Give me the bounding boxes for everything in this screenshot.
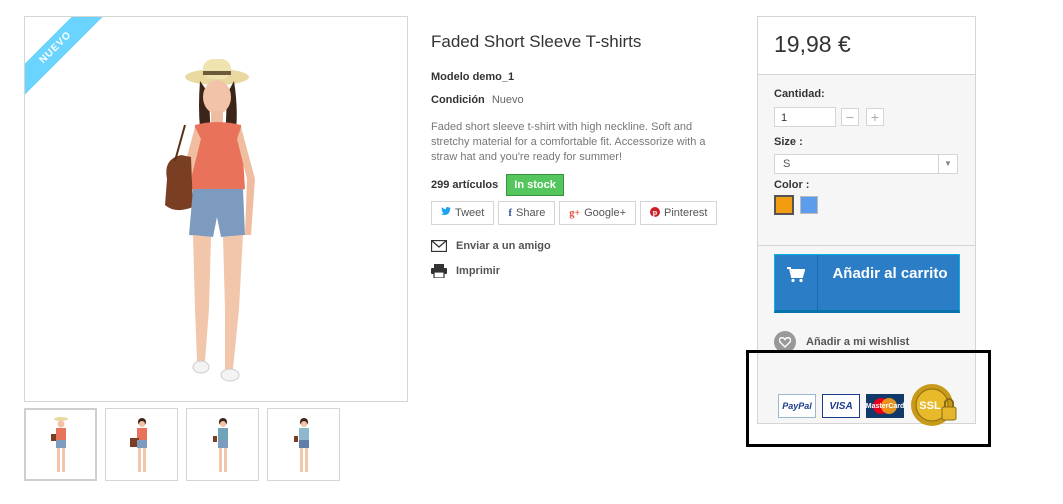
stock-line: 299 artículos In stock: [431, 174, 564, 196]
print-link[interactable]: Imprimir: [431, 264, 500, 278]
thumbnail-photo-icon: [293, 417, 309, 472]
social-share-bar: Tweet f Share g+ Google+ p Pinterest: [431, 201, 718, 225]
thumbnail-2[interactable]: [105, 408, 178, 481]
pinterest-label: Pinterest: [664, 207, 708, 219]
model-line: Modelo demo_1: [431, 71, 514, 83]
share-button[interactable]: f Share: [498, 201, 556, 225]
quantity-label: Cantidad:: [774, 88, 825, 100]
payment-highlight-box: [746, 350, 991, 447]
quantity-plus-button[interactable]: +: [866, 108, 884, 126]
send-to-friend-label: Enviar a un amigo: [456, 240, 551, 252]
googleplus-label: Google+: [584, 207, 626, 219]
add-to-cart-button[interactable]: Añadir al carrito: [774, 254, 960, 313]
thumbnail-strip: [24, 408, 340, 481]
print-label: Imprimir: [456, 265, 501, 277]
new-ribbon: NUEVO: [25, 17, 105, 97]
thumbnail-1[interactable]: [24, 408, 97, 481]
googleplus-icon: g+: [569, 207, 581, 219]
condition-line: Condición Nuevo: [431, 94, 524, 106]
model-label: Modelo: [431, 71, 470, 83]
product-description: Faded short sleeve t-shirt with high nec…: [431, 121, 706, 163]
add-to-cart-label: Añadir al carrito: [832, 265, 948, 282]
new-badge: NUEVO: [25, 17, 105, 97]
thumbnail-photo-icon: [50, 416, 68, 472]
pinterest-button[interactable]: p Pinterest: [640, 201, 718, 225]
quantity-minus-button[interactable]: −: [841, 108, 859, 126]
thumbnail-photo-icon: [212, 417, 228, 472]
color-label: Color :: [774, 179, 810, 191]
color-swatch-orange[interactable]: [774, 195, 794, 215]
model-value: demo_1: [472, 71, 515, 83]
cart-icon-area: [775, 255, 818, 310]
condition-value: Nuevo: [491, 94, 524, 106]
send-to-friend-link[interactable]: Enviar a un amigo: [431, 240, 551, 252]
thumbnail-photo-icon: [129, 417, 147, 472]
thumbnail-4[interactable]: [267, 408, 340, 481]
envelope-icon: [431, 240, 447, 252]
twitter-icon: [441, 207, 451, 219]
product-title: Faded Short Sleeve T-shirts: [431, 32, 642, 51]
size-select[interactable]: S ▼: [774, 154, 958, 174]
product-price: 19,98 €: [774, 31, 851, 57]
product-model-photo: [165, 59, 255, 382]
quantity-input[interactable]: 1: [774, 107, 836, 127]
product-main-image[interactable]: NUEVO: [24, 16, 408, 402]
pinterest-icon: p: [650, 206, 660, 220]
tweet-label: Tweet: [455, 207, 485, 219]
thumbnail-3[interactable]: [186, 408, 259, 481]
chevron-down-icon: ▼: [938, 155, 957, 173]
facebook-icon: f: [508, 207, 513, 219]
size-value: S: [783, 158, 791, 170]
wishlist-label: Añadir a mi wishlist: [806, 336, 910, 348]
color-swatch-blue[interactable]: [800, 196, 818, 214]
googleplus-button[interactable]: g+ Google+: [559, 201, 636, 225]
tweet-button[interactable]: Tweet: [431, 201, 495, 225]
svg-text:p: p: [653, 208, 658, 217]
share-label: Share: [516, 207, 546, 219]
price-area: 19,98 €: [758, 17, 975, 75]
condition-label: Condición: [431, 94, 485, 106]
cart-icon: [787, 267, 805, 283]
divider: [758, 245, 975, 246]
stock-count: 299 artículos: [431, 179, 499, 191]
printer-icon: [431, 264, 447, 278]
size-label: Size :: [774, 136, 803, 148]
stock-status-badge: In stock: [506, 174, 564, 196]
